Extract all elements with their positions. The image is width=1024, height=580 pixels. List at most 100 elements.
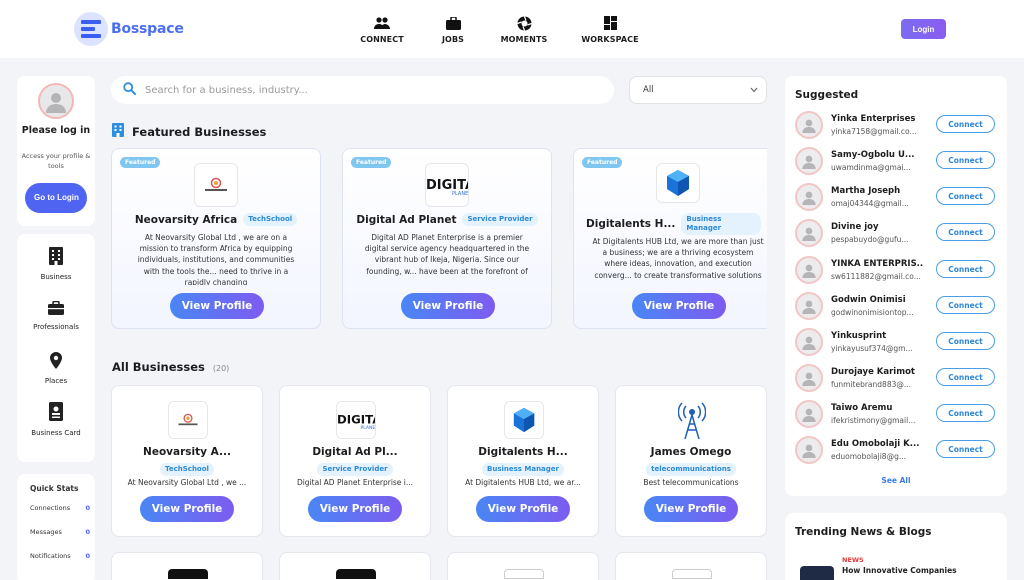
news-headline[interactable]: How Innovative Companies bbox=[842, 566, 992, 575]
brand-logo[interactable]: Bosspace bbox=[74, 12, 184, 46]
sidebar-item-business-card[interactable]: Business Card bbox=[17, 402, 95, 438]
person-email: uwamdinma@gmai... bbox=[831, 163, 911, 172]
connect-button[interactable]: Connect bbox=[936, 368, 995, 386]
aperture-icon bbox=[516, 15, 532, 31]
view-profile-button[interactable]: View Profile bbox=[476, 496, 570, 522]
news-thumbnail[interactable] bbox=[800, 566, 834, 580]
view-profile-button[interactable]: View Profile bbox=[632, 293, 726, 319]
business-description: At Digitalents HUB Ltd, we are more than… bbox=[592, 237, 764, 280]
nav-connect-label: CONNECT bbox=[360, 35, 404, 44]
connect-button[interactable]: Connect bbox=[936, 296, 995, 314]
digital-ad-planet-logo-icon: DIGITAPLANE bbox=[425, 163, 469, 207]
suggested-person[interactable]: Godwin Onimisi godwinonimisiontop... Con… bbox=[795, 289, 1000, 323]
person-name: Yinka Enterprises bbox=[831, 114, 916, 124]
svg-text:PLANE: PLANE bbox=[361, 425, 375, 430]
business-card[interactable] bbox=[615, 552, 767, 580]
stat-notifications[interactable]: Notifications 0 bbox=[30, 552, 90, 560]
go-to-login-button[interactable]: Go to Login bbox=[25, 183, 87, 213]
person-email: yinkayusuf374@gm... bbox=[831, 344, 913, 353]
sidebar-item-business[interactable]: Business bbox=[17, 247, 95, 282]
business-card[interactable]: Digitalents H... Business Manager At Dig… bbox=[447, 385, 599, 537]
view-profile-button[interactable]: View Profile bbox=[140, 496, 234, 522]
featured-card[interactable]: Featured Neovarsity Africa TechSchool At… bbox=[111, 148, 321, 329]
search-bar bbox=[111, 76, 614, 104]
avatar-icon bbox=[795, 147, 823, 175]
bosspace-logo-icon bbox=[74, 12, 108, 46]
suggested-person[interactable]: Divine joy pespabuydo@gufu... Connect bbox=[795, 216, 1000, 250]
digital-ad-planet-logo-icon: DIGITAPLANE bbox=[336, 401, 376, 439]
nav-jobs[interactable]: JOBS bbox=[440, 15, 466, 44]
avatar-icon bbox=[795, 111, 823, 139]
business-logo-icon bbox=[336, 569, 376, 579]
view-profile-button[interactable]: View Profile bbox=[401, 293, 495, 319]
connect-button[interactable]: Connect bbox=[936, 260, 995, 278]
business-card[interactable] bbox=[111, 552, 263, 580]
business-card[interactable] bbox=[279, 552, 431, 580]
view-profile-button[interactable]: View Profile bbox=[170, 293, 264, 319]
person-email: pespabuydo@gufu... bbox=[831, 235, 909, 244]
sidebar-item-places[interactable]: Places bbox=[17, 352, 95, 386]
suggested-person[interactable]: Samy-Ogbolu U... uwamdinma@gmai... Conne… bbox=[795, 144, 1000, 178]
quick-stats-card: Quick Stats Connections 0 Messages 0 Not… bbox=[17, 474, 95, 580]
featured-title-text: Featured Businesses bbox=[132, 124, 267, 139]
suggested-person[interactable]: Yinkusprint yinkayusuf374@gm... Connect bbox=[795, 325, 1000, 359]
business-card[interactable]: DIGITAPLANE Digital Ad Pl... Service Pro… bbox=[279, 385, 431, 537]
radio-tower-icon bbox=[672, 401, 712, 439]
featured-card[interactable]: Featured DIGITAPLANE Digital Ad Planet S… bbox=[342, 148, 552, 329]
see-all-link[interactable]: See All bbox=[785, 476, 1007, 485]
person-email: sw6111882@gmail.co... bbox=[831, 272, 921, 281]
suggested-person[interactable]: Edu Omobolaji K... eduomobolaji8@g... Co… bbox=[795, 433, 1000, 467]
business-description: At Digitalents HUB Ltd, we ar... bbox=[465, 478, 581, 487]
suggested-person[interactable]: YINKA ENTERPRIS... sw6111882@gmail.co...… bbox=[795, 253, 1000, 287]
connect-button[interactable]: Connect bbox=[936, 404, 995, 422]
suggested-person[interactable]: Taiwo Aremu ifekristimony@gmail... Conne… bbox=[795, 397, 1000, 431]
suggested-person[interactable]: Durojaye Karimot funmitebrand883@... Con… bbox=[795, 361, 1000, 395]
person-email: yinka7158@gmail.co... bbox=[831, 127, 917, 136]
connect-button[interactable]: Connect bbox=[936, 223, 995, 241]
business-name: Neovarsity A... bbox=[143, 446, 231, 458]
business-name: Digital Ad Pl... bbox=[312, 446, 398, 458]
connect-button[interactable]: Connect bbox=[936, 332, 995, 350]
business-description: At Neovarsity Global Ltd , we ... bbox=[127, 478, 247, 487]
stat-value: 0 bbox=[85, 528, 90, 536]
filter-value: All bbox=[643, 85, 654, 95]
connect-button[interactable]: Connect bbox=[936, 151, 995, 169]
view-profile-button[interactable]: View Profile bbox=[644, 496, 738, 522]
person-name: Yinkusprint bbox=[831, 331, 887, 341]
nav-moments[interactable]: MOMENTS bbox=[501, 15, 547, 44]
category-badge: Business Manager bbox=[681, 213, 762, 235]
sidebar-item-label: Business Card bbox=[31, 429, 81, 437]
brand-name: Bosspace bbox=[111, 21, 184, 37]
connect-button[interactable]: Connect bbox=[936, 115, 995, 133]
featured-card[interactable]: Featured Digitalents H... Business Manag… bbox=[573, 148, 767, 329]
person-name: Durojaye Karimot bbox=[831, 367, 915, 377]
business-name: Neovarsity Africa bbox=[134, 213, 238, 226]
avatar-icon bbox=[795, 364, 823, 392]
business-card[interactable] bbox=[447, 552, 599, 580]
nav-workspace-label: WORKSPACE bbox=[581, 35, 639, 44]
news-tag: NEWS bbox=[842, 556, 864, 564]
search-input[interactable] bbox=[145, 84, 565, 96]
nav-connect[interactable]: CONNECT bbox=[360, 15, 404, 44]
business-card[interactable]: Neovarsity A... TechSchool At Neovarsity… bbox=[111, 385, 263, 537]
nav-workspace[interactable]: WORKSPACE bbox=[581, 15, 639, 44]
stat-connections[interactable]: Connections 0 bbox=[30, 504, 90, 512]
connect-button[interactable]: Connect bbox=[936, 440, 995, 458]
stat-label: Messages bbox=[30, 528, 62, 536]
suggested-person[interactable]: Martha Joseph omaj04344@gmail... Connect bbox=[795, 180, 1000, 214]
digitalents-logo-icon bbox=[504, 401, 544, 439]
connect-button[interactable]: Connect bbox=[936, 187, 995, 205]
login-card: Please log in Access your profile & tool… bbox=[17, 76, 95, 226]
suggested-person[interactable]: Yinka Enterprises yinka7158@gmail.co... … bbox=[795, 108, 1000, 142]
category-filter-select[interactable]: All bbox=[629, 76, 767, 104]
featured-badge: Featured bbox=[351, 157, 392, 168]
login-button[interactable]: Login bbox=[901, 19, 946, 39]
stat-value: 0 bbox=[85, 552, 90, 560]
sidebar-item-professionals[interactable]: Professionals bbox=[17, 300, 95, 332]
all-businesses-title: All Businesses (20) bbox=[112, 360, 229, 374]
avatar-icon bbox=[795, 219, 823, 247]
business-card[interactable]: James Omego telecommunications Best tele… bbox=[615, 385, 767, 537]
trending-news-title: Trending News & Blogs bbox=[795, 526, 932, 538]
stat-messages[interactable]: Messages 0 bbox=[30, 528, 90, 536]
view-profile-button[interactable]: View Profile bbox=[308, 496, 402, 522]
